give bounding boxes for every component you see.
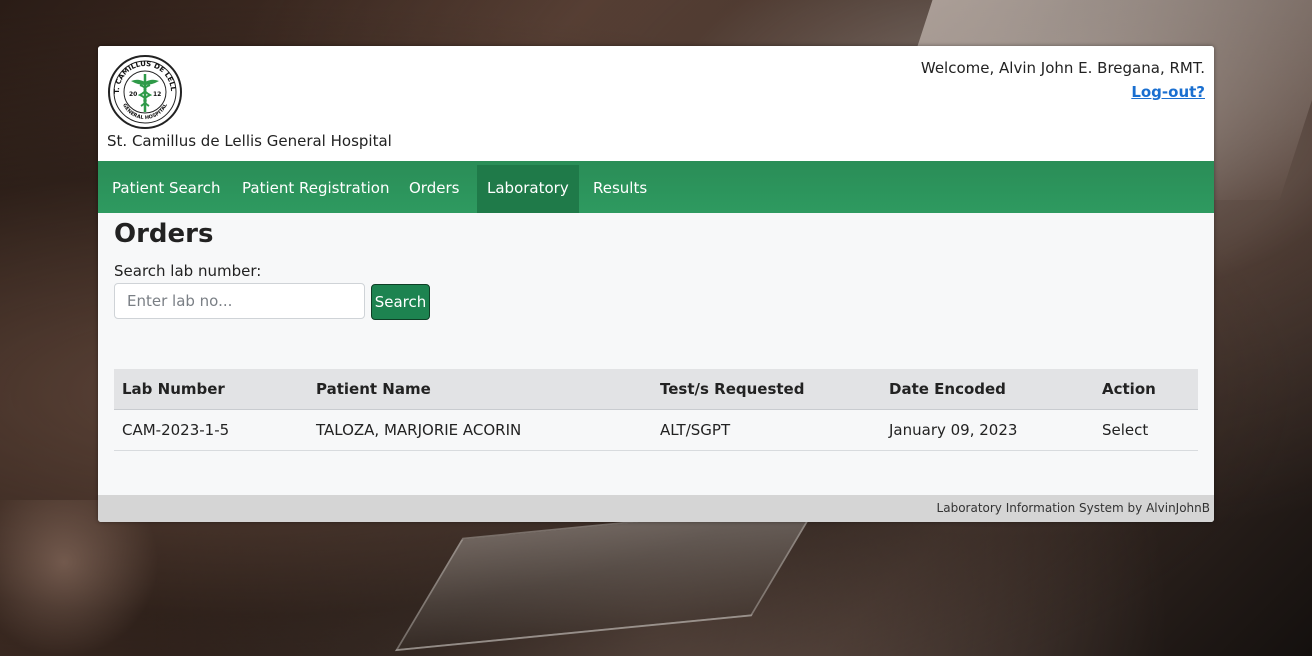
column-header-patient-name: Patient Name bbox=[316, 380, 431, 398]
search-button[interactable]: Search bbox=[371, 284, 430, 320]
page-title: Orders bbox=[114, 219, 214, 249]
column-header-lab-number: Lab Number bbox=[122, 380, 225, 398]
footer-credit: Laboratory Information System by AlvinJo… bbox=[936, 501, 1210, 515]
column-header-tests-requested: Test/s Requested bbox=[660, 380, 805, 398]
search-label: Search lab number: bbox=[114, 262, 262, 280]
table-header-row: Lab Number Patient Name Test/s Requested… bbox=[114, 369, 1198, 410]
select-action-link[interactable]: Select bbox=[1102, 410, 1148, 450]
welcome-message: Welcome, Alvin John E. Bregana, RMT. bbox=[920, 59, 1205, 77]
column-header-action: Action bbox=[1102, 380, 1156, 398]
lab-number-search-input[interactable] bbox=[114, 283, 365, 319]
page-footer: Laboratory Information System by AlvinJo… bbox=[98, 495, 1214, 522]
hospital-logo: ST. CAMILLUS DE LELLIS GENERAL HOSPITAL … bbox=[107, 55, 182, 129]
column-header-date-encoded: Date Encoded bbox=[889, 380, 1006, 398]
orders-table: Lab Number Patient Name Test/s Requested… bbox=[114, 369, 1198, 451]
cell-tests-requested: ALT/SGPT bbox=[660, 421, 731, 439]
svg-text:12: 12 bbox=[153, 91, 161, 98]
svg-text:20: 20 bbox=[129, 91, 137, 98]
background-glass-slide bbox=[394, 502, 820, 652]
main-panel: ST. CAMILLUS DE LELLIS GENERAL HOSPITAL … bbox=[98, 46, 1214, 522]
cell-lab-number: CAM-2023-1-5 bbox=[122, 421, 230, 439]
table-row: CAM-2023-1-5 TALOZA, MARJORIE ACORIN ALT… bbox=[114, 410, 1198, 451]
main-navigation: Patient Search Patient Registration Orde… bbox=[98, 161, 1214, 213]
hospital-name: St. Camillus de Lellis General Hospital bbox=[107, 132, 392, 150]
nav-item-patient-registration[interactable]: Patient Registration bbox=[232, 165, 399, 213]
background-knob bbox=[0, 500, 160, 656]
nav-item-patient-search[interactable]: Patient Search bbox=[102, 165, 231, 213]
nav-item-results[interactable]: Results bbox=[583, 165, 657, 213]
nav-item-orders[interactable]: Orders bbox=[399, 165, 469, 213]
page-header: ST. CAMILLUS DE LELLIS GENERAL HOSPITAL … bbox=[98, 46, 1214, 161]
cell-patient-name: TALOZA, MARJORIE ACORIN bbox=[316, 421, 522, 439]
logout-link[interactable]: Log-out? bbox=[1131, 83, 1205, 101]
cell-date-encoded: January 09, 2023 bbox=[889, 421, 1018, 439]
nav-item-laboratory[interactable]: Laboratory bbox=[477, 165, 579, 213]
